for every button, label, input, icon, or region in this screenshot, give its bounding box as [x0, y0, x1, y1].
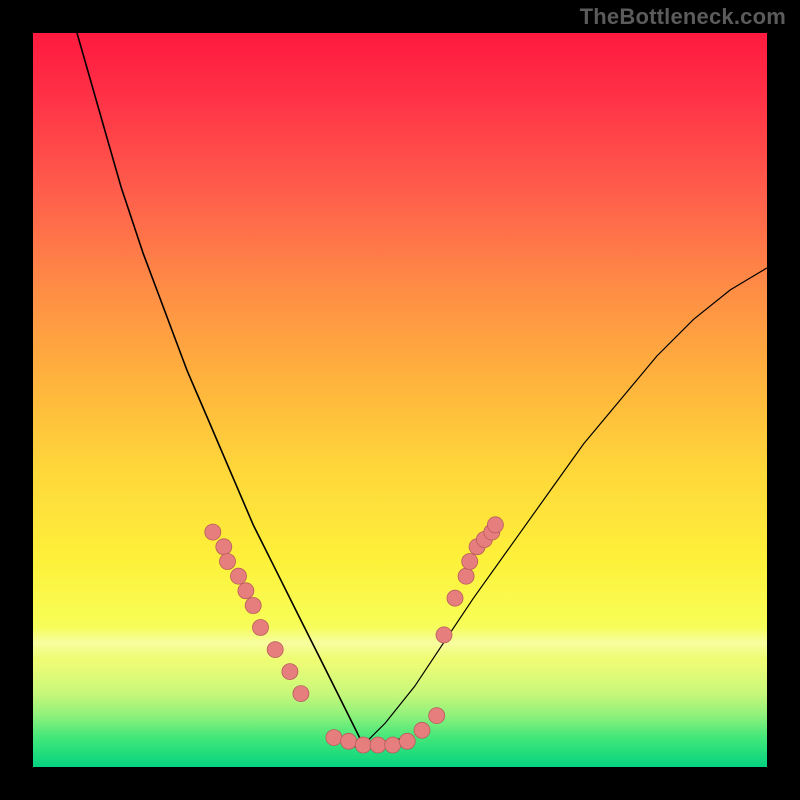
marker-dot: [355, 737, 371, 753]
marker-dot: [436, 627, 452, 643]
left-curve: [77, 33, 407, 749]
marker-dot: [253, 620, 269, 636]
marker-dot: [487, 517, 503, 533]
watermark-text: TheBottleneck.com: [580, 4, 786, 30]
marker-dot: [458, 568, 474, 584]
marker-dot: [282, 664, 298, 680]
marker-dot: [370, 737, 386, 753]
marker-dot: [216, 539, 232, 555]
data-dots: [205, 517, 504, 753]
marker-dot: [267, 642, 283, 658]
right-curve: [363, 268, 767, 745]
marker-dot: [293, 686, 309, 702]
marker-dot: [414, 722, 430, 738]
marker-dot: [238, 583, 254, 599]
marker-dot: [205, 524, 221, 540]
marker-dot: [245, 598, 261, 614]
marker-dot: [231, 568, 247, 584]
chart-svg: [33, 33, 767, 767]
marker-dot: [341, 733, 357, 749]
marker-dot: [326, 730, 342, 746]
marker-dot: [385, 737, 401, 753]
marker-dot: [462, 554, 478, 570]
marker-dot: [429, 708, 445, 724]
marker-dot: [399, 733, 415, 749]
chart-frame: TheBottleneck.com: [0, 0, 800, 800]
marker-dot: [447, 590, 463, 606]
plot-area: [33, 33, 767, 767]
marker-dot: [220, 554, 236, 570]
